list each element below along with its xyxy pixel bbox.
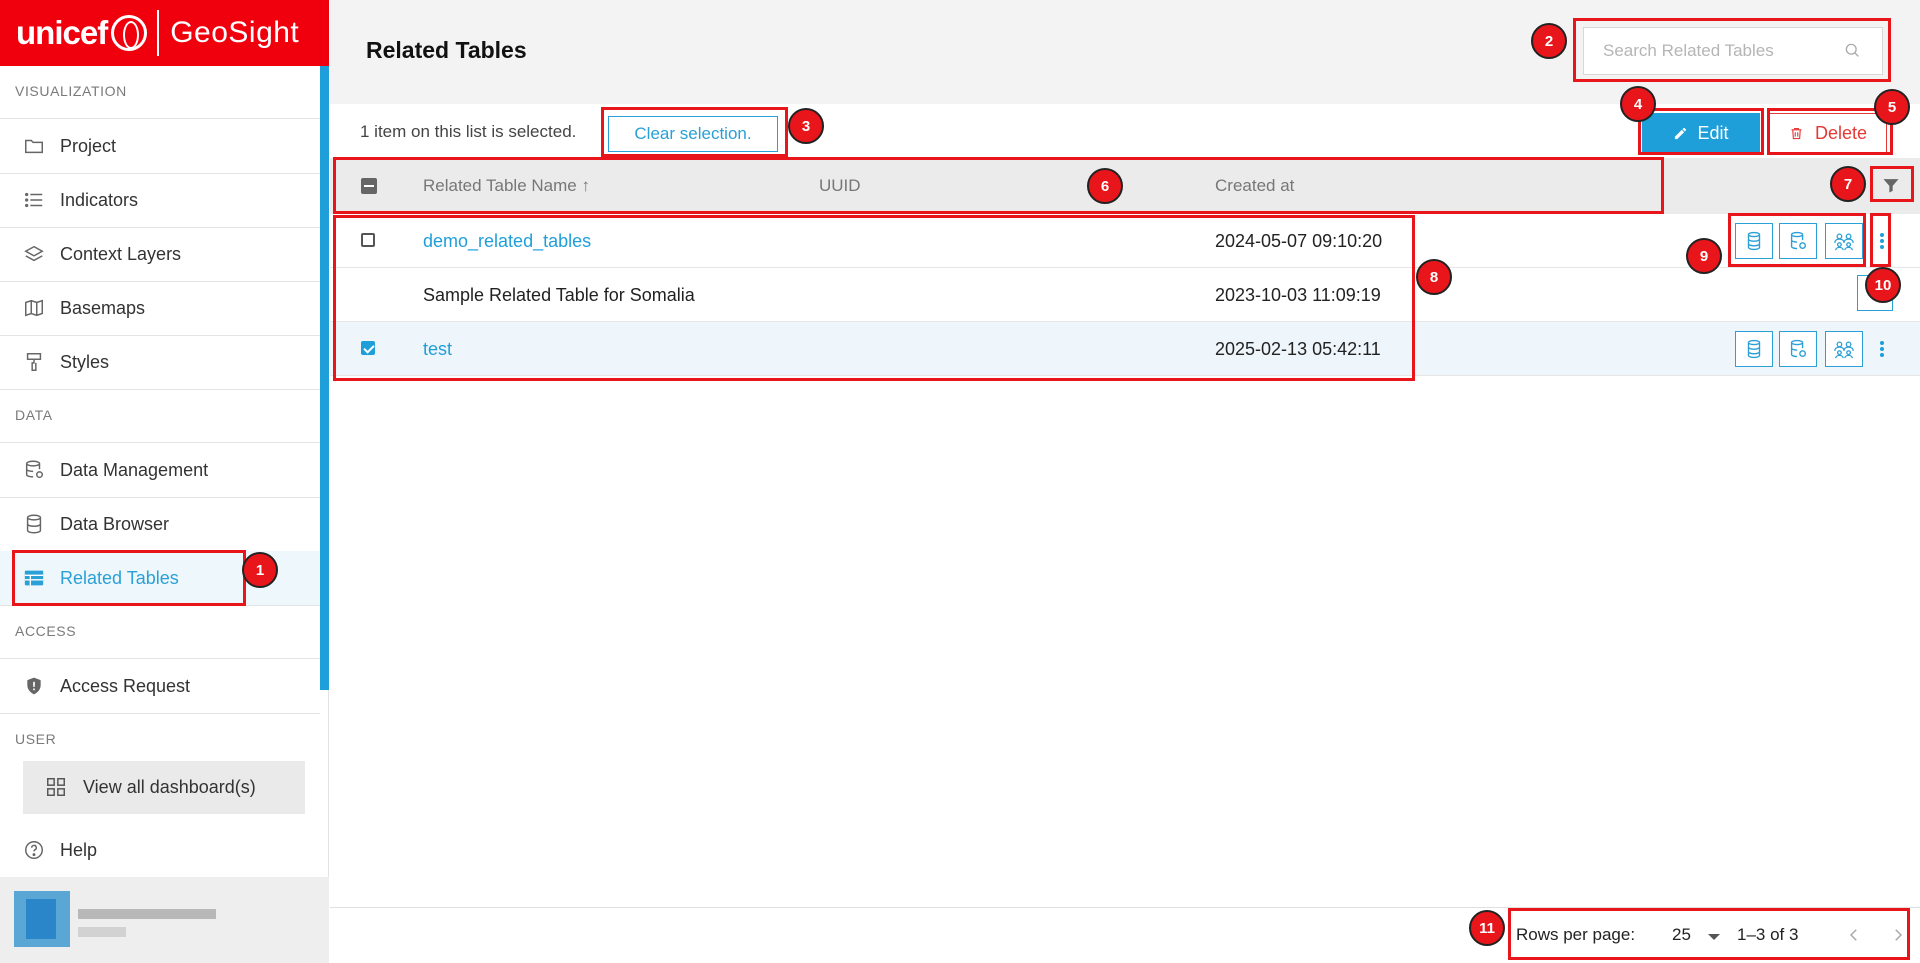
product-name: GeoSight	[170, 16, 300, 49]
annotation-box	[1728, 213, 1866, 267]
annotation-badge: 1	[242, 552, 278, 588]
annotation-badge: 10	[1865, 267, 1901, 303]
section-title-data: DATA	[15, 407, 53, 423]
unicef-globe-icon	[111, 15, 148, 51]
annotation-badge: 2	[1531, 23, 1567, 59]
annotation-box	[333, 215, 1415, 381]
more-options-icon[interactable]	[1876, 336, 1888, 362]
annotation-badge: 5	[1874, 89, 1910, 125]
brand-header[interactable]: unicef GeoSight	[0, 0, 329, 66]
sidebar-item-label: Basemaps	[60, 297, 146, 318]
shield-icon	[22, 674, 46, 698]
annotation-badge: 11	[1469, 910, 1505, 946]
annotation-badge: 9	[1686, 238, 1722, 274]
annotation-box	[12, 550, 246, 606]
annotation-box	[333, 157, 1664, 214]
annotation-box	[1638, 108, 1764, 155]
sidebar-item-label: Styles	[60, 351, 110, 372]
sidebar-item-project[interactable]: Project	[0, 119, 320, 173]
annotation-box	[1767, 108, 1893, 155]
blurred-username	[78, 909, 216, 919]
list-icon	[22, 188, 46, 212]
sidebar-item-label: Data Browser	[60, 513, 170, 534]
selection-message: 1 item on this list is selected.	[360, 122, 577, 141]
view-all-dashboards-label: View all dashboard(s)	[83, 777, 256, 797]
brand-divider	[157, 10, 160, 56]
annotation-box	[601, 107, 788, 157]
section-title-user: USER	[15, 731, 57, 747]
sidebar-item-context-layers[interactable]: Context Layers	[0, 227, 320, 281]
paint-roller-icon	[22, 350, 46, 374]
sidebar: unicef GeoSight VISUALIZATION Project In…	[0, 0, 329, 963]
sidebar-item-basemaps[interactable]: Basemaps	[0, 281, 320, 335]
sidebar-scrollbar[interactable]	[320, 66, 329, 690]
avatar	[14, 891, 70, 947]
annotation-badge: 7	[1830, 166, 1866, 202]
sidebar-item-label: Project	[60, 135, 117, 156]
unicef-logo-text: unicef	[16, 14, 108, 51]
annotation-box	[1870, 213, 1891, 267]
database-gear-icon	[22, 458, 46, 482]
sidebar-item-access-request[interactable]: Access Request	[0, 659, 320, 713]
sidebar-item-label: Access Request	[60, 675, 191, 696]
annotation-badge: 3	[788, 108, 824, 144]
sidebar-item-data-management[interactable]: Data Management	[0, 443, 320, 497]
blurred-detail	[78, 927, 126, 937]
annotation-badge: 8	[1416, 259, 1452, 295]
database-icon	[22, 512, 46, 536]
help-icon	[22, 838, 46, 862]
map-icon	[22, 296, 46, 320]
grid-icon	[45, 776, 69, 800]
annotation-box	[1870, 166, 1914, 202]
data-management-action-button[interactable]	[1779, 331, 1817, 367]
help-label: Help	[60, 839, 98, 860]
sidebar-item-styles[interactable]: Styles	[0, 335, 320, 389]
sidebar-item-data-browser[interactable]: Data Browser	[0, 497, 320, 551]
annotation-badge: 4	[1620, 86, 1656, 122]
page-title: Related Tables	[366, 37, 527, 63]
user-profile[interactable]	[0, 877, 329, 963]
annotation-box	[1573, 18, 1891, 82]
sidebar-item-label: Indicators	[60, 189, 139, 210]
sidebar-item-indicators[interactable]: Indicators	[0, 173, 320, 227]
section-title-visualization: VISUALIZATION	[15, 83, 127, 99]
users-permission-action-button[interactable]	[1825, 331, 1863, 367]
sidebar-item-label: Data Management	[60, 459, 209, 480]
folder-icon	[22, 134, 46, 158]
data-browser-action-button[interactable]	[1735, 331, 1773, 367]
view-all-dashboards-button[interactable]: View all dashboard(s)	[23, 761, 305, 814]
divider	[0, 713, 320, 714]
sidebar-item-label: Context Layers	[60, 243, 182, 264]
divider	[0, 389, 320, 390]
layers-icon	[22, 242, 46, 266]
annotation-badge: 6	[1087, 168, 1123, 204]
annotation-box	[1508, 908, 1910, 960]
help-link[interactable]: Help	[0, 823, 320, 877]
section-title-access: ACCESS	[15, 623, 77, 639]
